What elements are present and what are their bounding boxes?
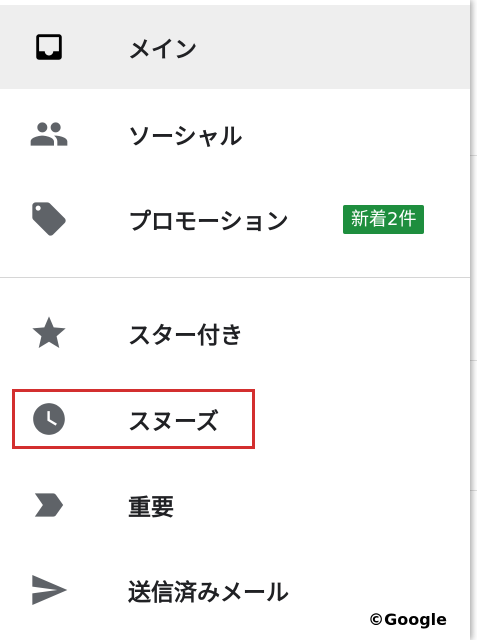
drawer-item-label: 送信済みメール — [128, 580, 289, 606]
drawer-item-label: スター付き — [128, 323, 243, 349]
copyright-text: ©Google — [368, 610, 447, 629]
drawer-item-snoozed[interactable]: スヌーズ — [0, 377, 470, 461]
drawer-item-label: 重要 — [128, 495, 174, 521]
tag-icon — [29, 199, 69, 239]
drawer-item-starred[interactable]: スター付き — [0, 291, 470, 375]
new-items-badge: 新着2件 — [343, 205, 425, 234]
navigation-drawer: メイン ソーシャル プロモーション 新着2件 スター付き スヌーズ 重要 送信済… — [0, 0, 470, 640]
drawer-item-label: ソーシャル — [128, 124, 243, 150]
drawer-item-promotions[interactable]: プロモーション 新着2件 — [0, 177, 470, 261]
drawer-item-label: スヌーズ — [128, 409, 219, 435]
drawer-divider — [0, 277, 470, 278]
background-divider — [470, 360, 477, 361]
drawer-item-social[interactable]: ソーシャル — [0, 92, 470, 176]
star-icon — [29, 313, 69, 353]
important-icon — [29, 485, 69, 525]
drawer-item-label: プロモーション — [128, 209, 289, 235]
people-icon — [29, 114, 69, 154]
drawer-item-important[interactable]: 重要 — [0, 463, 470, 547]
background-inbox-edge — [470, 0, 477, 640]
drawer-item-primary[interactable]: メイン — [0, 5, 470, 89]
clock-icon — [29, 399, 69, 439]
inbox-icon — [29, 27, 69, 67]
background-divider — [470, 155, 477, 156]
drawer-item-label: メイン — [128, 37, 197, 63]
send-icon — [29, 570, 69, 610]
background-divider — [470, 490, 477, 491]
